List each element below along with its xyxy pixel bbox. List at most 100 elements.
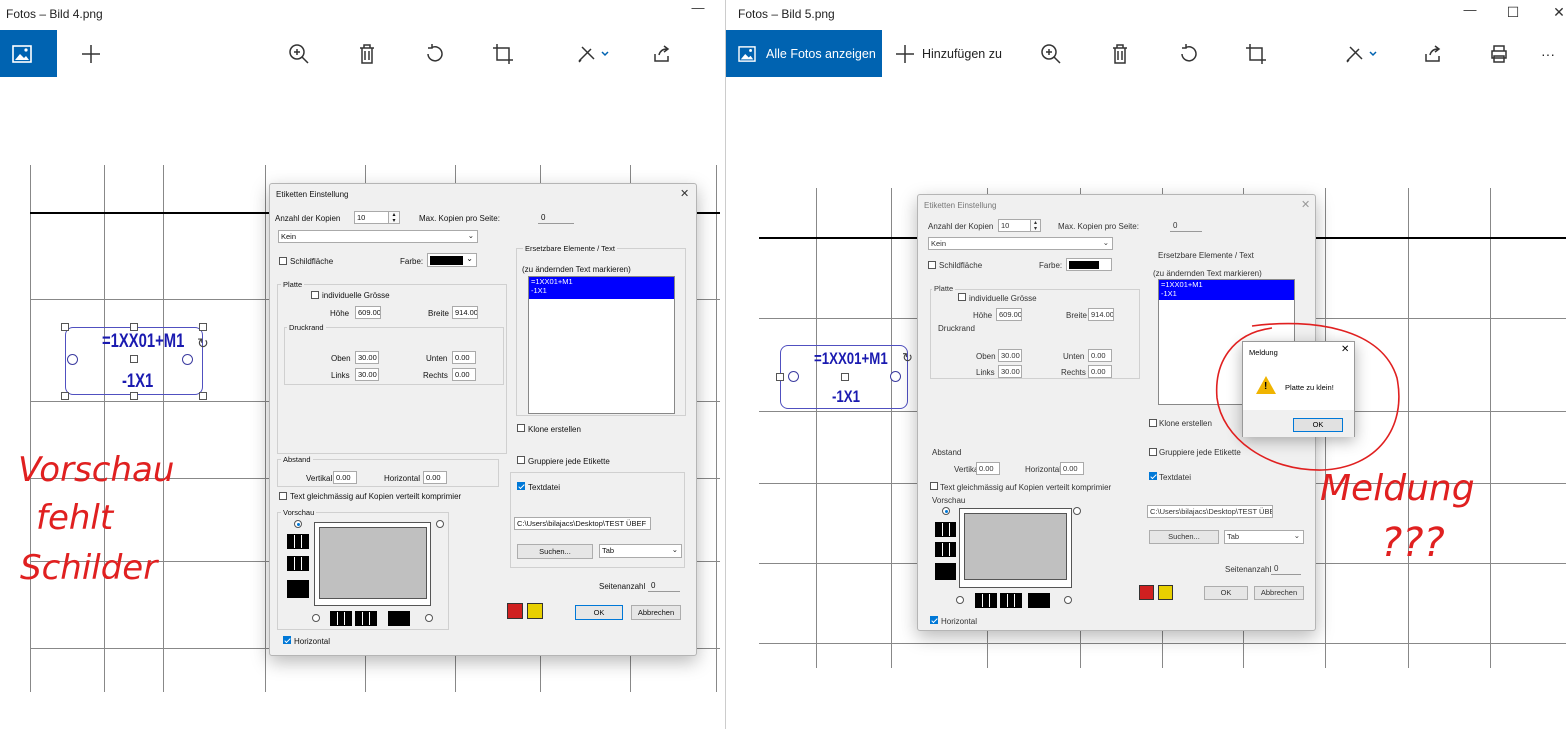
text-even-checkbox[interactable] [279,492,287,500]
text-even-checkbox[interactable] [930,482,938,490]
right-input[interactable]: 0.00 [452,368,476,381]
horizontal-input[interactable]: 0.00 [1060,462,1084,475]
grid-layout-icon[interactable] [287,534,309,549]
grid-layout-icon[interactable] [330,611,352,626]
crop-button[interactable] [1245,30,1267,77]
resize-handle[interactable] [130,392,138,400]
bottom-input[interactable]: 0.00 [1088,349,1112,362]
list-item[interactable]: -1X1 [1159,289,1294,298]
layout-radio[interactable] [425,614,433,622]
clipboard-icon[interactable] [527,603,543,619]
copies-input[interactable]: 10 [354,211,389,224]
zoom-button[interactable] [1040,30,1062,77]
spinner-icon[interactable]: ▴ ▾ [388,211,400,224]
ok-button[interactable]: OK [1204,586,1248,600]
layout-radio[interactable] [312,614,320,622]
show-all-photos-button[interactable]: Alle Fotos anzeigen [726,30,882,77]
rotate-handle-icon[interactable]: ↻ [902,350,913,366]
type-select[interactable]: Kein ⌄ [278,230,478,243]
layout-radio[interactable] [956,596,964,604]
show-all-photos-button[interactable] [0,30,57,77]
minimize-button[interactable]: — [1460,2,1480,17]
close-icon[interactable]: ✕ [680,187,689,200]
color-select[interactable]: ⌄ [427,253,477,267]
clipboard-icon[interactable] [1158,585,1173,600]
horizontal-checkbox[interactable] [283,636,291,644]
grid-layout-icon[interactable] [975,593,997,608]
close-button[interactable]: ✕ [1549,4,1566,21]
resize-handle[interactable] [130,355,138,363]
bottom-input[interactable]: 0.00 [452,351,476,364]
left-input[interactable]: 30.00 [998,365,1022,378]
width-input[interactable]: 914.00 [452,306,478,319]
grid-layout-icon[interactable] [935,522,956,537]
layout-radio[interactable] [436,520,444,528]
list-item[interactable]: -1X1 [529,286,674,295]
resize-handle[interactable] [61,392,69,400]
grid-layout-icon[interactable] [287,556,309,571]
vertical-input[interactable]: 0.00 [333,471,357,484]
grid-layout-icon[interactable] [287,580,309,598]
color-print-icon[interactable] [507,603,523,619]
resize-handle[interactable] [199,392,207,400]
individual-size-checkbox[interactable] [311,291,319,299]
color-print-icon[interactable] [1139,585,1154,600]
path-input[interactable]: C:\Users\bilajacs\Desktop\TEST ÜBEF [514,517,651,530]
rotate-button[interactable] [424,30,446,77]
replace-list[interactable]: =1XX01+M1 -1X1 [528,276,675,414]
layout-radio[interactable] [1073,507,1081,515]
left-input[interactable]: 30.00 [355,368,379,381]
right-input[interactable]: 0.00 [1088,365,1112,378]
label-preview-graphic[interactable]: =1XX01+M1 -1X1 ↻ [774,338,924,418]
shield-checkbox[interactable] [928,261,936,269]
search-button[interactable]: Suchen... [517,544,593,559]
grid-layout-icon[interactable] [388,611,410,626]
horizontal-input[interactable]: 0.00 [423,471,447,484]
edit-button[interactable] [576,30,610,77]
list-item[interactable]: =1XX01+M1 [1159,280,1294,289]
path-input[interactable]: C:\Users\bilajacs\Desktop\TEST ÜBEF [1147,505,1273,518]
separator-select[interactable]: Tab ⌄ [599,544,682,558]
layout-radio[interactable] [294,520,302,528]
spinner-icon[interactable]: ▴ ▾ [1030,219,1041,232]
group-each-checkbox[interactable] [517,456,525,464]
resize-handle[interactable] [841,373,849,381]
grid-layout-icon[interactable] [1000,593,1022,608]
print-button[interactable] [1489,30,1509,77]
resize-handle[interactable] [776,373,784,381]
more-button[interactable]: ··· [1541,30,1555,77]
rotate-button[interactable] [1178,30,1200,77]
rotate-handle-icon[interactable]: ↻ [197,335,209,352]
separator-select[interactable]: Tab ⌄ [1224,530,1304,544]
resize-handle[interactable] [199,323,207,331]
crop-button[interactable] [492,30,514,77]
grid-layout-icon[interactable] [1028,593,1050,608]
delete-button[interactable] [357,30,377,77]
minimize-button[interactable]: — [688,0,708,15]
share-button[interactable] [652,30,672,77]
textfile-checkbox[interactable] [1149,472,1157,480]
add-button[interactable] [80,30,102,77]
group-each-checkbox[interactable] [1149,448,1157,456]
vertical-input[interactable]: 0.00 [976,462,1000,475]
height-input[interactable]: 609.00 [996,308,1022,321]
textfile-checkbox[interactable] [517,482,525,490]
resize-handle[interactable] [61,323,69,331]
search-button[interactable]: Suchen... [1149,530,1219,544]
top-input[interactable]: 30.00 [355,351,379,364]
share-button[interactable] [1423,30,1443,77]
layout-radio[interactable] [942,507,950,515]
cancel-button[interactable]: Abbrechen [1254,586,1304,600]
delete-button[interactable] [1110,30,1130,77]
layout-radio[interactable] [1064,596,1072,604]
type-select[interactable]: Kein ⌄ [928,237,1113,250]
cancel-button[interactable]: Abbrechen [631,605,681,620]
resize-handle[interactable] [130,323,138,331]
maximize-button[interactable]: ☐ [1503,4,1523,21]
color-select[interactable] [1066,258,1112,271]
shield-checkbox[interactable] [279,257,287,265]
height-input[interactable]: 609.00 [355,306,381,319]
add-to-button[interactable]: Hinzufügen zu [894,30,1002,77]
zoom-button[interactable] [288,30,310,77]
top-input[interactable]: 30.00 [998,349,1022,362]
